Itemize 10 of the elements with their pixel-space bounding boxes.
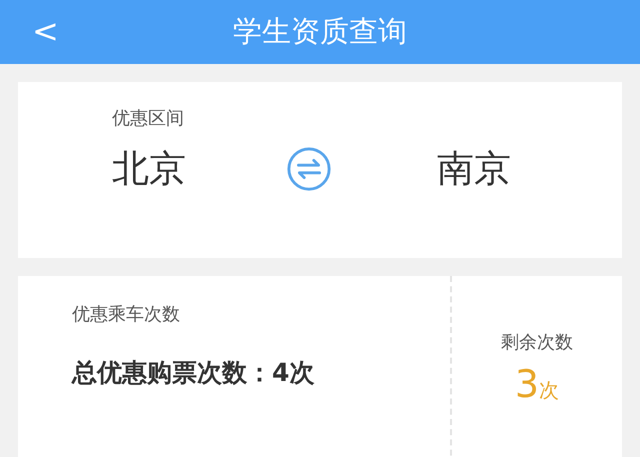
page-title: 学生资质查询 bbox=[233, 13, 407, 50]
swap-icon[interactable] bbox=[286, 146, 332, 192]
from-station[interactable]: 北京 bbox=[112, 144, 186, 194]
trips-label: 优惠乘车次数 bbox=[72, 303, 181, 326]
route-label: 优惠区间 bbox=[112, 107, 185, 130]
to-station[interactable]: 南京 bbox=[437, 144, 511, 194]
total-count: 总优惠购票次数：4次 bbox=[72, 357, 316, 389]
remaining-label: 剩余次数 bbox=[501, 331, 573, 354]
remaining-count: 3 bbox=[514, 362, 540, 406]
remaining-unit: 次 bbox=[539, 377, 560, 404]
